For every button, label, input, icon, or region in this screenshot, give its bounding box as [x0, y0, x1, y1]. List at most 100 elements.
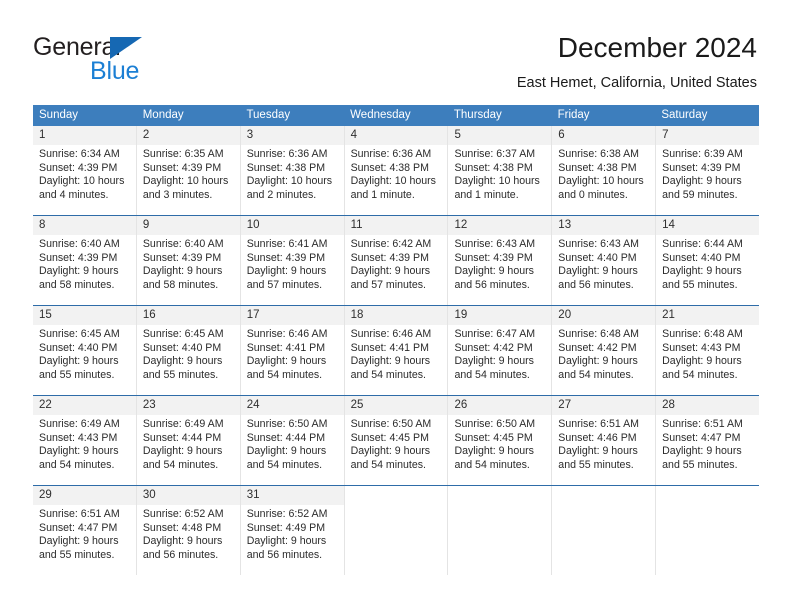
calendar-day-cell[interactable]: 1 Sunrise: 6:34 AM Sunset: 4:39 PM Daylight…: [33, 126, 137, 215]
calendar-day-cell-empty: [656, 486, 760, 575]
calendar-day-cell[interactable]: 25 Sunrise: 6:50 AM Sunset: 4:45 PM Dayligh…: [344, 396, 449, 485]
calendar-day-cell[interactable]: 21 Sunrise: 6:48 AM Sunset: 4:43 PM Dayligh…: [656, 306, 760, 395]
daylight-text-line1: Daylight: 9 hours: [142, 265, 223, 278]
day-number: 5: [448, 126, 552, 145]
sunset-text: Sunset: 4:39 PM: [142, 161, 222, 174]
calendar-week-row: 22 Sunrise: 6:49 AM Sunset: 4:43 PM Dayligh…: [33, 395, 760, 485]
calendar-weeks: 1 Sunrise: 6:34 AM Sunset: 4:39 PM Daylight…: [33, 126, 760, 575]
sunset-text: Sunset: 4:45 PM: [350, 431, 429, 444]
sunrise-text: Sunrise: 6:36 AM: [246, 148, 328, 160]
day-number: 29: [33, 486, 136, 505]
weekday-header-thursday: Thursday: [453, 109, 502, 121]
page-subtitle: East Hemet, California, United States: [516, 75, 757, 91]
calendar-day-cell[interactable]: 29 Sunrise: 6:51 AM Sunset: 4:47 PM Dayligh…: [33, 486, 137, 575]
day-number: 14: [656, 216, 760, 235]
calendar-day-cell[interactable]: 13 Sunrise: 6:43 AM Sunset: 4:40 PM Dayligh…: [552, 216, 657, 305]
day-details: Sunrise: 6:36 AM Sunset: 4:38 PM Daylight:…: [241, 145, 344, 202]
calendar-day-cell[interactable]: 4 Sunrise: 6:36 AM Sunset: 4:38 PM Daylight…: [344, 126, 449, 215]
calendar-day-cell[interactable]: 14 Sunrise: 6:44 AM Sunset: 4:40 PM Dayligh…: [656, 216, 760, 305]
page-header: General Blue December 2024 East Hemet, C…: [0, 0, 792, 100]
calendar-day-cell[interactable]: 6 Sunrise: 6:38 AM Sunset: 4:38 PM Daylight…: [552, 126, 657, 215]
sunset-text: Sunset: 4:39 PM: [39, 251, 118, 264]
calendar-day-cell[interactable]: 30 Sunrise: 6:52 AM Sunset: 4:48 PM Dayligh…: [136, 486, 241, 575]
calendar-day-cell[interactable]: 16 Sunrise: 6:45 AM Sunset: 4:40 PM Dayligh…: [136, 306, 241, 395]
daylight-text-line1: Daylight: 9 hours: [246, 535, 327, 548]
sunset-text: Sunset: 4:49 PM: [246, 521, 326, 534]
daylight-text-line2: and 4 minutes.: [39, 188, 109, 201]
daylight-text-line2: and 3 minutes.: [142, 188, 213, 201]
calendar-day-cell-empty: [448, 486, 553, 575]
calendar-day-cell[interactable]: 18 Sunrise: 6:46 AM Sunset: 4:41 PM Dayligh…: [344, 306, 449, 395]
calendar-day-cell[interactable]: 3 Sunrise: 6:36 AM Sunset: 4:38 PM Daylight…: [240, 126, 345, 215]
sunset-text: Sunset: 4:47 PM: [39, 521, 118, 534]
day-details: Sunrise: 6:52 AM Sunset: 4:48 PM Daylight:…: [137, 505, 240, 562]
calendar-day-cell[interactable]: 7 Sunrise: 6:39 AM Sunset: 4:39 PM Daylight…: [656, 126, 760, 215]
sunset-text: Sunset: 4:41 PM: [246, 341, 326, 354]
daylight-text-line1: Daylight: 9 hours: [350, 265, 431, 278]
day-number: 19: [448, 306, 552, 325]
day-details: Sunrise: 6:36 AM Sunset: 4:38 PM Daylight:…: [345, 145, 448, 202]
day-number: 13: [552, 216, 656, 235]
day-details: Sunrise: 6:49 AM Sunset: 4:44 PM Daylight:…: [137, 415, 240, 472]
calendar-day-cell[interactable]: 5 Sunrise: 6:37 AM Sunset: 4:38 PM Daylight…: [448, 126, 553, 215]
sunrise-text: Sunrise: 6:49 AM: [39, 418, 120, 430]
calendar-day-cell[interactable]: 17 Sunrise: 6:46 AM Sunset: 4:41 PM Dayligh…: [240, 306, 345, 395]
calendar-day-cell[interactable]: 27 Sunrise: 6:51 AM Sunset: 4:46 PM Dayligh…: [552, 396, 657, 485]
calendar-day-cell-empty: [552, 486, 657, 575]
daylight-text-line2: and 54 minutes.: [454, 458, 530, 471]
day-number: 26: [448, 396, 552, 415]
day-number: 20: [552, 306, 656, 325]
daylight-text-line2: and 54 minutes.: [39, 458, 115, 471]
calendar-day-cell[interactable]: 28 Sunrise: 6:51 AM Sunset: 4:47 PM Dayligh…: [656, 396, 760, 485]
sunrise-text: Sunrise: 6:41 AM: [246, 238, 328, 250]
sunrise-text: Sunrise: 6:35 AM: [142, 148, 224, 160]
daylight-text-line2: and 57 minutes.: [350, 278, 426, 291]
day-details: [448, 505, 551, 508]
daylight-text-line2: and 0 minutes.: [558, 188, 628, 201]
daylight-text-line1: Daylight: 9 hours: [142, 445, 223, 458]
calendar-day-cell[interactable]: 22 Sunrise: 6:49 AM Sunset: 4:43 PM Dayligh…: [33, 396, 137, 485]
daylight-text-line2: and 54 minutes.: [454, 368, 530, 381]
sunrise-text: Sunrise: 6:43 AM: [454, 238, 536, 250]
day-details: Sunrise: 6:48 AM Sunset: 4:42 PM Daylight:…: [552, 325, 655, 382]
daylight-text-line2: and 1 minute.: [454, 188, 519, 201]
calendar-day-cell[interactable]: 19 Sunrise: 6:47 AM Sunset: 4:42 PM Dayligh…: [448, 306, 553, 395]
calendar-day-cell[interactable]: 20 Sunrise: 6:48 AM Sunset: 4:42 PM Dayligh…: [552, 306, 657, 395]
day-number: 6: [552, 126, 656, 145]
sunrise-text: Sunrise: 6:34 AM: [39, 148, 120, 160]
daylight-text-line1: Daylight: 9 hours: [454, 445, 534, 458]
day-number: 2: [136, 126, 240, 145]
calendar-day-cell[interactable]: 10 Sunrise: 6:41 AM Sunset: 4:39 PM Dayligh…: [240, 216, 345, 305]
daylight-text-line1: Daylight: 9 hours: [454, 355, 534, 368]
calendar-day-cell[interactable]: 24 Sunrise: 6:50 AM Sunset: 4:44 PM Dayligh…: [240, 396, 345, 485]
daylight-text-line1: Daylight: 9 hours: [39, 535, 119, 548]
daylight-text-line2: and 57 minutes.: [246, 278, 323, 291]
day-number: 4: [344, 126, 448, 145]
calendar-day-cell[interactable]: 12 Sunrise: 6:43 AM Sunset: 4:39 PM Dayligh…: [448, 216, 553, 305]
daylight-text-line1: Daylight: 9 hours: [662, 265, 742, 278]
day-number: 17: [240, 306, 344, 325]
day-number: 28: [656, 396, 760, 415]
sunset-text: Sunset: 4:45 PM: [454, 431, 533, 444]
calendar-day-cell[interactable]: 15 Sunrise: 6:45 AM Sunset: 4:40 PM Dayligh…: [33, 306, 137, 395]
daylight-text-line2: and 54 minutes.: [558, 368, 634, 381]
calendar-day-cell[interactable]: 26 Sunrise: 6:50 AM Sunset: 4:45 PM Dayligh…: [448, 396, 553, 485]
day-details: Sunrise: 6:42 AM Sunset: 4:39 PM Daylight:…: [345, 235, 448, 292]
daylight-text-line2: and 2 minutes.: [246, 188, 317, 201]
calendar-day-cell[interactable]: 2 Sunrise: 6:35 AM Sunset: 4:39 PM Daylight…: [136, 126, 241, 215]
day-number: [552, 486, 656, 505]
calendar-day-cell[interactable]: 9 Sunrise: 6:40 AM Sunset: 4:39 PM Daylight…: [136, 216, 241, 305]
sunset-text: Sunset: 4:39 PM: [662, 161, 741, 174]
calendar-week-row: 8 Sunrise: 6:40 AM Sunset: 4:39 PM Daylight…: [33, 215, 760, 305]
sunset-text: Sunset: 4:39 PM: [454, 251, 533, 264]
sunrise-text: Sunrise: 6:42 AM: [350, 238, 432, 250]
calendar-day-cell[interactable]: 8 Sunrise: 6:40 AM Sunset: 4:39 PM Daylight…: [33, 216, 137, 305]
daylight-text-line1: Daylight: 9 hours: [246, 355, 327, 368]
brand-logo[interactable]: General Blue: [33, 33, 213, 85]
calendar-day-cell[interactable]: 31 Sunrise: 6:52 AM Sunset: 4:49 PM Dayligh…: [240, 486, 345, 575]
calendar-day-cell[interactable]: 23 Sunrise: 6:49 AM Sunset: 4:44 PM Dayligh…: [136, 396, 241, 485]
sunset-text: Sunset: 4:38 PM: [350, 161, 429, 174]
calendar-day-cell[interactable]: 11 Sunrise: 6:42 AM Sunset: 4:39 PM Dayligh…: [344, 216, 449, 305]
daylight-text-line1: Daylight: 9 hours: [558, 355, 638, 368]
daylight-text-line2: and 55 minutes.: [662, 278, 738, 291]
